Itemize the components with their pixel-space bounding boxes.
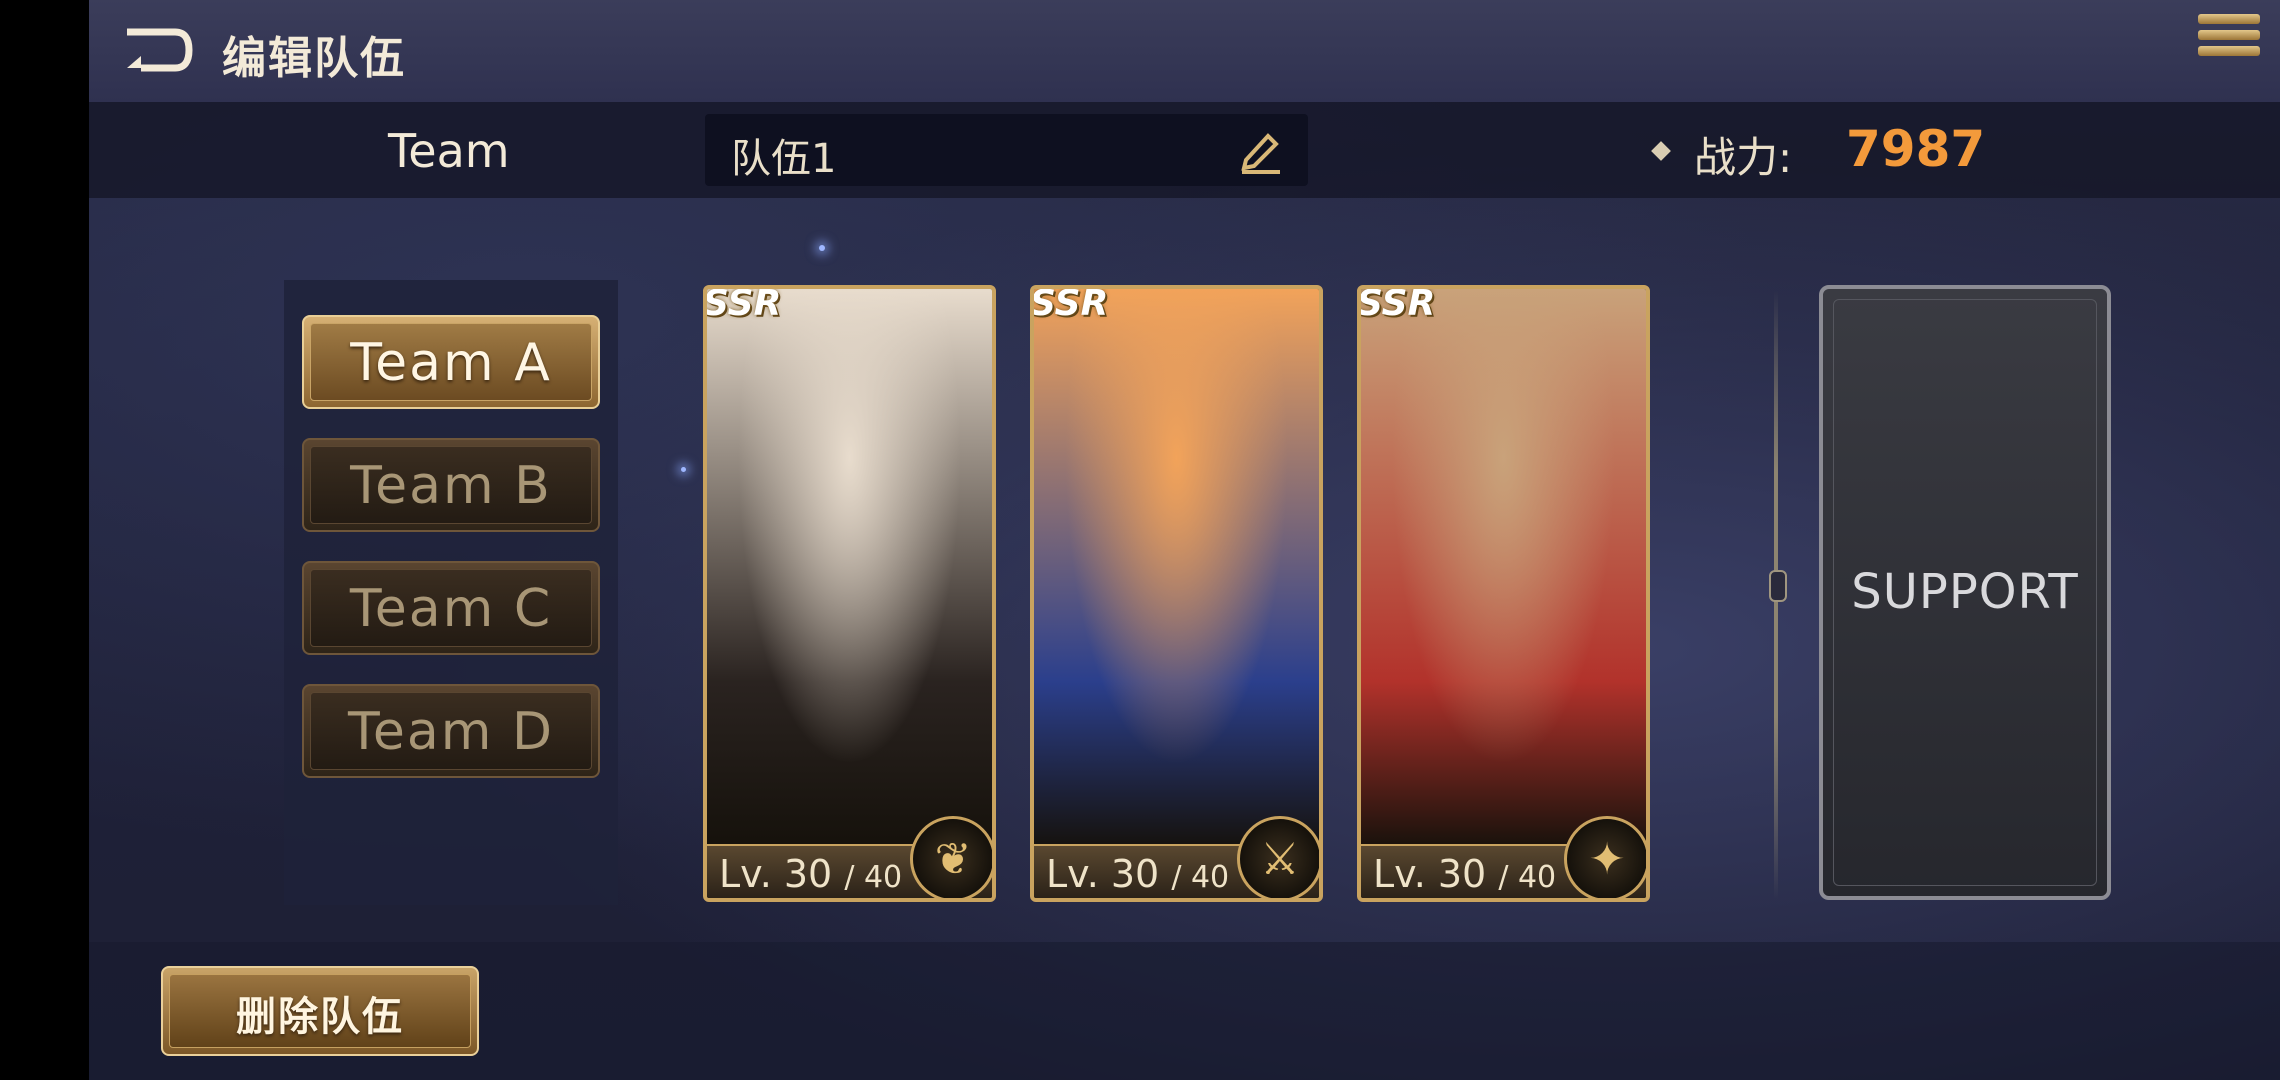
team-list-panel: Team A Team B Team C Team D	[284, 280, 618, 905]
team-tab-label: Team A	[350, 333, 552, 393]
current-level: Lv. 30	[1046, 852, 1172, 896]
rarity-badge: SSR	[1030, 285, 1109, 324]
max-level: / 40	[1171, 860, 1230, 895]
character-card[interactable]: SSR Lv. 30 / 40 ⚔	[1030, 285, 1323, 902]
team-tab-label: Team B	[350, 456, 552, 516]
sword-class-icon: ⚔	[1237, 816, 1319, 898]
level-text: Lv. 30 / 40	[719, 852, 902, 896]
star-sparkle	[819, 245, 825, 251]
support-label: SUPPORT	[1851, 564, 2079, 620]
max-level: / 40	[844, 860, 903, 895]
current-level: Lv. 30	[719, 852, 845, 896]
support-slot[interactable]: SUPPORT	[1819, 285, 2111, 900]
character-portrait	[1034, 289, 1319, 850]
star-sparkle	[681, 467, 686, 472]
power-label: 战力:	[1694, 133, 1793, 182]
team-tab-label: Team C	[349, 579, 553, 639]
delete-button-label: 删除队伍	[236, 994, 404, 1040]
divider-ornament	[1769, 570, 1787, 602]
character-portrait	[707, 289, 992, 850]
team-tab-b[interactable]: Team B	[302, 438, 600, 532]
character-card[interactable]: SSR Lv. 30 / 40 ❦	[703, 285, 996, 902]
team-tab-c[interactable]: Team C	[302, 561, 600, 655]
delete-team-button[interactable]: 删除队伍	[161, 966, 479, 1056]
edit-pencil-icon[interactable]	[1238, 128, 1284, 174]
level-text: Lv. 30 / 40	[1373, 852, 1556, 896]
max-level: / 40	[1498, 860, 1557, 895]
hamburger-menu-icon[interactable]	[2198, 14, 2260, 70]
header-bar: 编辑队伍	[89, 0, 2280, 102]
rarity-badge: SSR	[1357, 285, 1436, 324]
rarity-badge: SSR	[703, 285, 782, 324]
team-tab-label: Team D	[347, 702, 554, 762]
team-name-field[interactable]: 队伍1	[705, 114, 1308, 186]
team-name-value: 队伍1	[731, 136, 837, 182]
team-tab-d[interactable]: Team D	[302, 684, 600, 778]
pegasus-class-icon: ✦	[1564, 816, 1646, 898]
diamond-icon	[1651, 141, 1671, 161]
character-card[interactable]: SSR Lv. 30 / 40 ✦	[1357, 285, 1650, 902]
team-label: Team	[388, 124, 510, 178]
power-value: 7987	[1846, 120, 1986, 178]
current-level: Lv. 30	[1373, 852, 1499, 896]
level-text: Lv. 30 / 40	[1046, 852, 1229, 896]
page-title: 编辑队伍	[222, 33, 406, 84]
team-info-bar: Team 队伍1 战力: 7987	[89, 102, 2280, 198]
character-portrait	[1361, 289, 1646, 850]
team-tab-a[interactable]: Team A	[302, 315, 600, 409]
wings-class-icon: ❦	[910, 816, 992, 898]
back-arrow-icon[interactable]	[123, 26, 193, 74]
game-screen: 编辑队伍 Team 队伍1 战力: 7987 Team A Team B Team …	[89, 0, 2280, 1080]
